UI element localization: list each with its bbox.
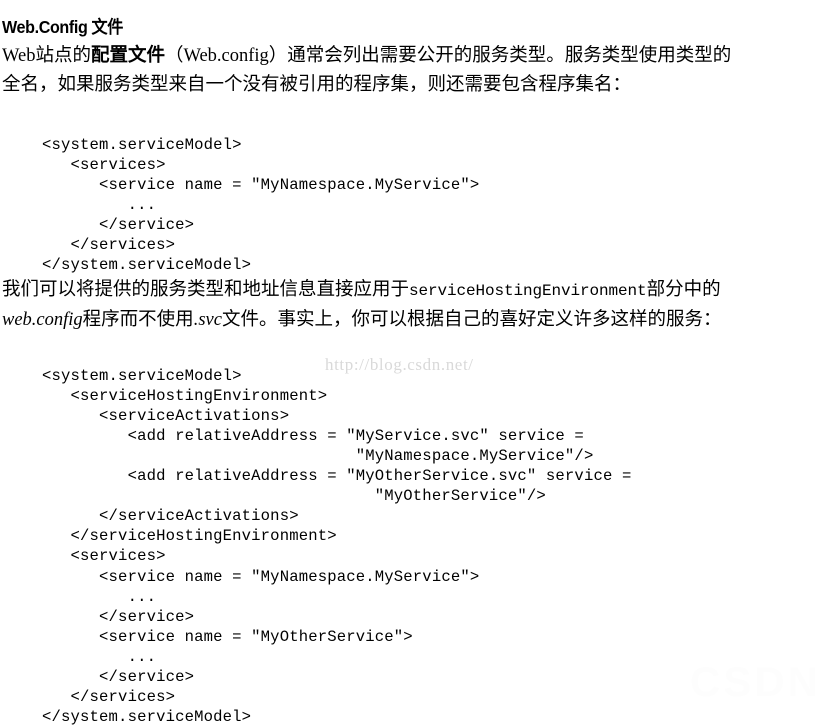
paragraph-intro-line-1-bold: 配置文件 [90,46,165,66]
paragraph-intro: Web站点的配置文件（Web.config）通常会列出需要公开的服务类型。服务类… [2,42,831,100]
paragraph-hosting-line-1: 我们可以将提供的服务类型和地址信息直接应用于serviceHostingEnvi… [2,276,831,306]
paragraph-hosting-line-2: web.config程序而不使用.svc文件。事实上，你可以根据自己的喜好定义许… [2,306,831,335]
paragraph-intro-line-2: 全名，如果服务类型来自一个没有被引用的程序集，则还需要包含程序集名： [2,75,632,95]
paragraph-intro-line-1-text-b: （Web.config）通常会列出需要公开的服务类型。服务类型使用类型的 [164,46,732,66]
watermark-logo: CSDN [689,658,821,705]
code-block-basic-servicemodel: <system.serviceModel> <services> <servic… [42,135,480,275]
paragraph-hosting-italic-webconfig: web.config [2,310,83,330]
paragraph-hosting-inline-code: serviceHostingEnvironment [409,282,647,300]
document-page: Web.Config 文件 Web站点的配置文件（Web.config）通常会列… [0,0,833,726]
paragraph-hosting-line-2-text-b: 文件。事实上，你可以根据自己的喜好定义许多这样的服务： [221,310,722,330]
paragraph-hosting: 我们可以将提供的服务类型和地址信息直接应用于serviceHostingEnvi… [2,276,831,335]
paragraph-hosting-italic-svc: .svc [193,310,222,330]
paragraph-intro-line-1-text-a: Web站点的 [2,46,91,66]
paragraph-hosting-line-1-text-a: 我们可以将提供的服务类型和地址信息直接应用于 [2,280,410,300]
paragraph-hosting-line-1-text-b: 部分中的 [646,280,721,300]
page-title: Web.Config 文件 [2,16,124,37]
code-block-service-activations: <system.serviceModel> <serviceHostingEnv… [42,366,632,727]
paragraph-hosting-line-2-text-a: 程序而不使用 [82,310,194,330]
paragraph-intro-line-1: Web站点的配置文件（Web.config）通常会列出需要公开的服务类型。服务类… [2,42,831,71]
